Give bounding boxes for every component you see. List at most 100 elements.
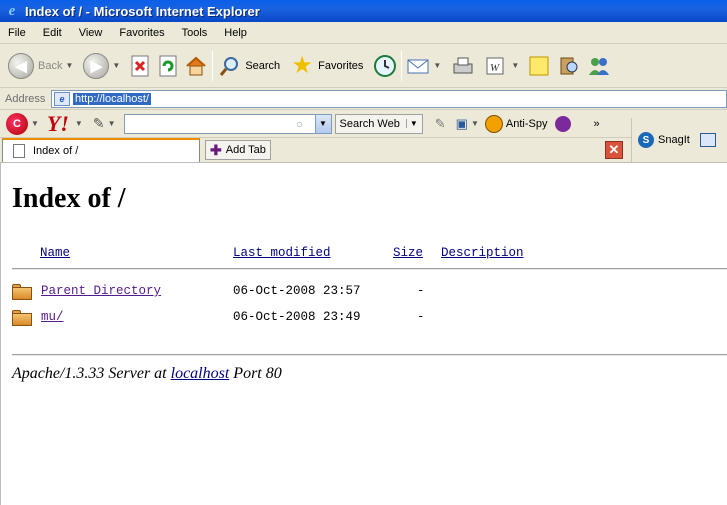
address-bar: Address e http://localhost/ — [0, 88, 727, 110]
column-description-link[interactable]: Description — [441, 246, 524, 260]
divider — [12, 268, 727, 270]
page-title: Index of / — [12, 183, 126, 214]
snagit-capture-icon[interactable] — [699, 133, 716, 147]
menu-help[interactable]: Help — [216, 27, 256, 39]
antispy-label: Anti-Spy — [505, 117, 548, 130]
column-size-link[interactable]: Size — [393, 246, 423, 260]
toolbar-separator — [401, 50, 403, 81]
row-modified: 06-Oct-2008 23:49 — [233, 310, 361, 324]
popup-blocker-icon[interactable]: ▣ — [456, 116, 468, 132]
back-arrow-icon: ◀ — [8, 52, 34, 79]
search-history-dropdown-icon[interactable]: ▼ — [314, 114, 331, 133]
forward-arrow-icon: ▶ — [83, 52, 110, 79]
column-name-link[interactable]: Name — [40, 246, 70, 260]
mail-button[interactable]: ▼ — [406, 54, 441, 78]
forward-dropdown-icon[interactable]: ▼ — [112, 61, 120, 70]
back-button[interactable]: ◀ Back ▼ — [8, 52, 73, 79]
row-size: - — [417, 284, 425, 298]
address-url: http://localhost/ — [73, 92, 151, 105]
localhost-link[interactable]: localhost — [171, 365, 230, 382]
stop-icon[interactable] — [128, 54, 152, 78]
column-modified-link[interactable]: Last modified — [233, 246, 331, 260]
headphones-icon[interactable] — [555, 115, 572, 132]
search-magnifier-icon: ○ — [295, 116, 304, 131]
edit-dropdown-icon[interactable]: ▼ — [511, 61, 519, 70]
toolbar-separator — [212, 50, 214, 81]
tab-label: Index of / — [33, 145, 79, 157]
plus-icon: ✚ — [210, 141, 222, 158]
folder-icon — [12, 284, 33, 301]
home-icon[interactable] — [184, 54, 208, 78]
pencil-dropdown-icon[interactable]: ▼ — [108, 119, 116, 128]
server-signature: Apache/1.3.33 Server at localhost Port 8… — [12, 365, 282, 383]
svg-text:W: W — [490, 62, 500, 74]
page-content: Index of / Name Last modified Size Descr… — [0, 162, 727, 505]
menu-view[interactable]: View — [71, 27, 112, 39]
server-text: Apache/1.3.33 Server at — [12, 365, 167, 382]
table-row: mu/ 06-Oct-2008 23:49 - — [12, 310, 727, 328]
research-icon[interactable] — [557, 54, 581, 78]
snagit-toolbar: S SnagIt — [631, 118, 727, 162]
antispy-icon — [484, 114, 503, 133]
companion-dropdown-icon[interactable]: ▼ — [31, 119, 39, 128]
window-titlebar[interactable]: e Index of / - Microsoft Internet Explor… — [0, 0, 727, 22]
print-icon[interactable] — [451, 54, 475, 78]
internet-explorer-icon: e — [8, 2, 16, 19]
add-tab-button[interactable]: ✚ Add Tab — [205, 140, 271, 160]
pencil-icon[interactable]: ✎ — [93, 115, 105, 132]
yahoo-logo-icon[interactable]: Y! — [47, 111, 69, 137]
mail-dropdown-icon[interactable]: ▼ — [433, 61, 441, 70]
standard-toolbar: ◀ Back ▼ ▶ ▼ Search ★ Favorites ▼ W ▼ — [0, 44, 727, 88]
tab-bar: Index of / ✚ Add Tab ✕ — [0, 138, 631, 162]
mu-directory-link[interactable]: mu/ — [41, 310, 64, 324]
favorites-button[interactable]: ★ Favorites — [290, 52, 364, 79]
table-row: Parent Directory 06-Oct-2008 23:57 - — [12, 284, 727, 302]
highlight-pen-icon[interactable]: ✎ — [435, 116, 446, 132]
forward-button[interactable]: ▶ ▼ — [83, 52, 120, 79]
menu-favorites[interactable]: Favorites — [111, 27, 173, 39]
snagit-icon: S — [638, 132, 654, 148]
address-label: Address — [5, 92, 46, 105]
search-button[interactable]: Search — [217, 54, 280, 78]
messenger-icon[interactable] — [587, 54, 611, 78]
close-tab-icon[interactable]: ✕ — [605, 141, 623, 159]
antispy-button[interactable]: Anti-Spy — [484, 114, 548, 133]
search-web-button[interactable]: Search Web ▼ — [334, 113, 423, 134]
yahoo-dropdown-icon[interactable]: ▼ — [75, 119, 83, 128]
yahoo-search-input[interactable]: ○ ▼ — [123, 113, 332, 134]
snagit-label[interactable]: SnagIt — [658, 134, 690, 146]
popup-blocker-dropdown-icon[interactable]: ▼ — [471, 119, 479, 128]
yahoo-toolbar: C ▼ Y! ▼ ✎ ▼ ○ ▼ Search Web ▼ ✎ ▣ ▼ Anti… — [0, 110, 727, 138]
back-dropdown-icon[interactable]: ▼ — [65, 61, 73, 70]
mail-icon — [406, 54, 430, 78]
yahoo-companion-icon[interactable]: C — [6, 112, 28, 135]
refresh-icon[interactable] — [156, 54, 180, 78]
favorites-label: Favorites — [318, 59, 364, 72]
row-size: - — [417, 310, 425, 324]
menu-edit[interactable]: Edit — [35, 27, 71, 39]
window-title: Index of / - Microsoft Internet Explorer — [25, 3, 260, 19]
back-label: Back — [38, 59, 63, 72]
search-icon — [217, 54, 241, 78]
port-text: Port 80 — [233, 365, 282, 382]
tab-index[interactable]: Index of / — [2, 138, 200, 162]
row-modified: 06-Oct-2008 23:57 — [233, 284, 361, 298]
search-label: Search — [245, 59, 281, 72]
divider — [12, 354, 727, 356]
history-icon[interactable] — [373, 54, 397, 78]
edit-word-icon[interactable]: W — [483, 54, 507, 78]
folder-icon — [12, 310, 33, 327]
more-chevron-icon[interactable]: » — [593, 118, 599, 130]
add-tab-label: Add Tab — [225, 144, 266, 156]
page-icon — [13, 144, 25, 158]
search-web-label: Search Web — [339, 117, 400, 130]
menu-bar: File Edit View Favorites Tools Help — [0, 22, 727, 44]
menu-file[interactable]: File — [0, 27, 35, 39]
page-icon: e — [54, 91, 70, 106]
discuss-note-icon[interactable] — [527, 54, 551, 78]
address-input[interactable]: e http://localhost/ — [51, 89, 727, 108]
menu-tools[interactable]: Tools — [174, 27, 217, 39]
search-web-dropdown-icon[interactable]: ▼ — [405, 119, 418, 128]
star-icon: ★ — [291, 52, 313, 79]
parent-directory-link[interactable]: Parent Directory — [41, 284, 161, 298]
